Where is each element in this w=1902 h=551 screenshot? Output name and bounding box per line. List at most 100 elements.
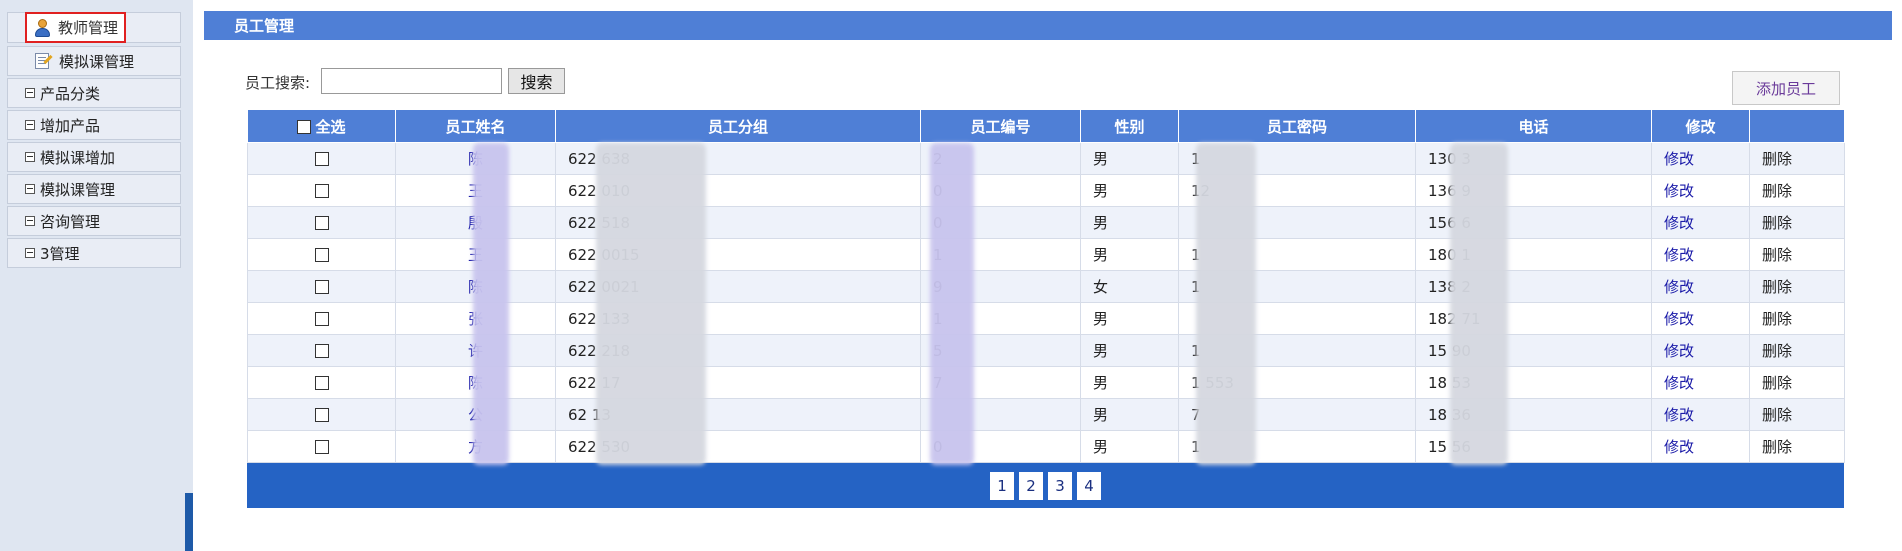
row-select-cell[interactable]: [247, 302, 396, 335]
sidebar-group-label: 模拟课增加: [40, 148, 116, 167]
row-checkbox[interactable]: [314, 248, 329, 262]
column-header-gender: 性别: [1080, 110, 1179, 143]
delete-link[interactable]: 删除: [1749, 238, 1845, 271]
collapse-toggle-icon: [25, 184, 35, 194]
row-checkbox[interactable]: [314, 408, 329, 422]
row-checkbox[interactable]: [314, 152, 329, 166]
sidebar-group-label: 产品分类: [40, 84, 101, 103]
row-checkbox[interactable]: [314, 376, 329, 390]
edit-link[interactable]: 修改: [1651, 430, 1750, 463]
row-select-cell[interactable]: [247, 174, 396, 207]
sidebar-group-mock-class-manage[interactable]: 模拟课管理: [7, 174, 181, 204]
select-all-header[interactable]: 全选: [247, 110, 396, 143]
sidebar-group-label: 咨询管理: [40, 212, 101, 231]
row-select-cell[interactable]: [247, 398, 396, 431]
row-checkbox[interactable]: [314, 184, 329, 198]
redaction-blur: [473, 143, 509, 465]
employee-gender-cell: 男: [1080, 142, 1179, 175]
sidebar-item-label: 教师管理: [58, 19, 119, 37]
employee-gender-cell: 女: [1080, 270, 1179, 303]
document-edit-icon: [34, 52, 53, 70]
column-header-group: 员工分组: [555, 110, 921, 143]
search-label: 员工搜索:: [245, 74, 311, 92]
row-checkbox[interactable]: [314, 312, 329, 326]
delete-link[interactable]: 删除: [1749, 270, 1845, 303]
row-checkbox[interactable]: [314, 344, 329, 358]
sidebar-edge-strip: [185, 493, 193, 551]
column-header-phone: 电话: [1415, 110, 1652, 143]
edit-link[interactable]: 修改: [1651, 238, 1750, 271]
edit-link[interactable]: 修改: [1651, 398, 1750, 431]
employee-gender-cell: 男: [1080, 430, 1179, 463]
sidebar-item-teacher-management[interactable]: 教师管理: [25, 12, 126, 43]
redaction-blur: [596, 143, 706, 465]
sidebar: 教师管理 模拟课管理 产品分类 增加产品 模拟课增加 模拟课管理 咨询管理 3管…: [0, 0, 193, 551]
row-select-cell[interactable]: [247, 334, 396, 367]
row-checkbox[interactable]: [314, 440, 329, 454]
column-header-delete: [1749, 110, 1845, 143]
user-icon: [33, 18, 51, 37]
row-select-cell[interactable]: [247, 238, 396, 271]
sidebar-group-add-product[interactable]: 增加产品: [7, 110, 181, 140]
column-header-password: 员工密码: [1178, 110, 1416, 143]
delete-link[interactable]: 删除: [1749, 142, 1845, 175]
edit-link[interactable]: 修改: [1651, 334, 1750, 367]
page-title: 员工管理: [234, 17, 295, 35]
collapse-toggle-icon: [25, 88, 35, 98]
row-select-cell[interactable]: [247, 366, 396, 399]
redaction-blur: [1196, 143, 1256, 465]
column-header-name: 员工姓名: [395, 110, 556, 143]
sidebar-item-mock-class-management[interactable]: 模拟课管理: [7, 46, 181, 76]
sidebar-group-label: 增加产品: [40, 116, 101, 135]
employee-gender-cell: 男: [1080, 334, 1179, 367]
employee-gender-cell: 男: [1080, 366, 1179, 399]
employee-gender-cell: 男: [1080, 398, 1179, 431]
add-employee-button[interactable]: 添加员工: [1732, 71, 1840, 105]
page-link-1[interactable]: 1: [990, 471, 1014, 500]
column-header-number: 员工编号: [920, 110, 1081, 143]
collapse-toggle-icon: [25, 248, 35, 258]
sidebar-group-product-category[interactable]: 产品分类: [7, 78, 181, 108]
select-all-checkbox[interactable]: [297, 120, 312, 134]
edit-link[interactable]: 修改: [1651, 206, 1750, 239]
employee-gender-cell: 男: [1080, 174, 1179, 207]
redaction-blur: [1450, 143, 1508, 465]
employee-gender-cell: 男: [1080, 238, 1179, 271]
delete-link[interactable]: 删除: [1749, 430, 1845, 463]
row-checkbox[interactable]: [314, 280, 329, 294]
row-select-cell[interactable]: [247, 142, 396, 175]
search-button[interactable]: 搜索: [508, 68, 565, 94]
delete-link[interactable]: 删除: [1749, 334, 1845, 367]
sidebar-group-3-management[interactable]: 3管理: [7, 238, 181, 268]
delete-link[interactable]: 删除: [1749, 398, 1845, 431]
employee-gender-cell: 男: [1080, 302, 1179, 335]
collapse-toggle-icon: [25, 152, 35, 162]
delete-link[interactable]: 删除: [1749, 302, 1845, 335]
collapse-toggle-icon: [25, 120, 35, 130]
row-select-cell[interactable]: [247, 270, 396, 303]
edit-link[interactable]: 修改: [1651, 142, 1750, 175]
page-link-4[interactable]: 4: [1077, 471, 1101, 500]
edit-link[interactable]: 修改: [1651, 174, 1750, 207]
pagination: 1 2 3 4: [247, 463, 1844, 508]
sidebar-group-consult-management[interactable]: 咨询管理: [7, 206, 181, 236]
page-link-2[interactable]: 2: [1019, 471, 1043, 500]
row-select-cell[interactable]: [247, 430, 396, 463]
delete-link[interactable]: 删除: [1749, 366, 1845, 399]
delete-link[interactable]: 删除: [1749, 206, 1845, 239]
redaction-blur: [930, 143, 974, 465]
row-checkbox[interactable]: [314, 216, 329, 230]
sidebar-item-label: 模拟课管理: [59, 52, 135, 71]
edit-link[interactable]: 修改: [1651, 366, 1750, 399]
page-title-bar: 员工管理: [204, 11, 1892, 40]
search-input[interactable]: [321, 68, 502, 94]
page-link-3[interactable]: 3: [1048, 471, 1072, 500]
row-select-cell[interactable]: [247, 206, 396, 239]
edit-link[interactable]: 修改: [1651, 302, 1750, 335]
sidebar-group-label: 3管理: [40, 244, 80, 263]
edit-link[interactable]: 修改: [1651, 270, 1750, 303]
delete-link[interactable]: 删除: [1749, 174, 1845, 207]
table-header-row: 全选 员工姓名 员工分组 员工编号 性别 员工密码 电话 修改: [247, 110, 1845, 143]
collapse-toggle-icon: [25, 216, 35, 226]
sidebar-group-mock-class-add[interactable]: 模拟课增加: [7, 142, 181, 172]
